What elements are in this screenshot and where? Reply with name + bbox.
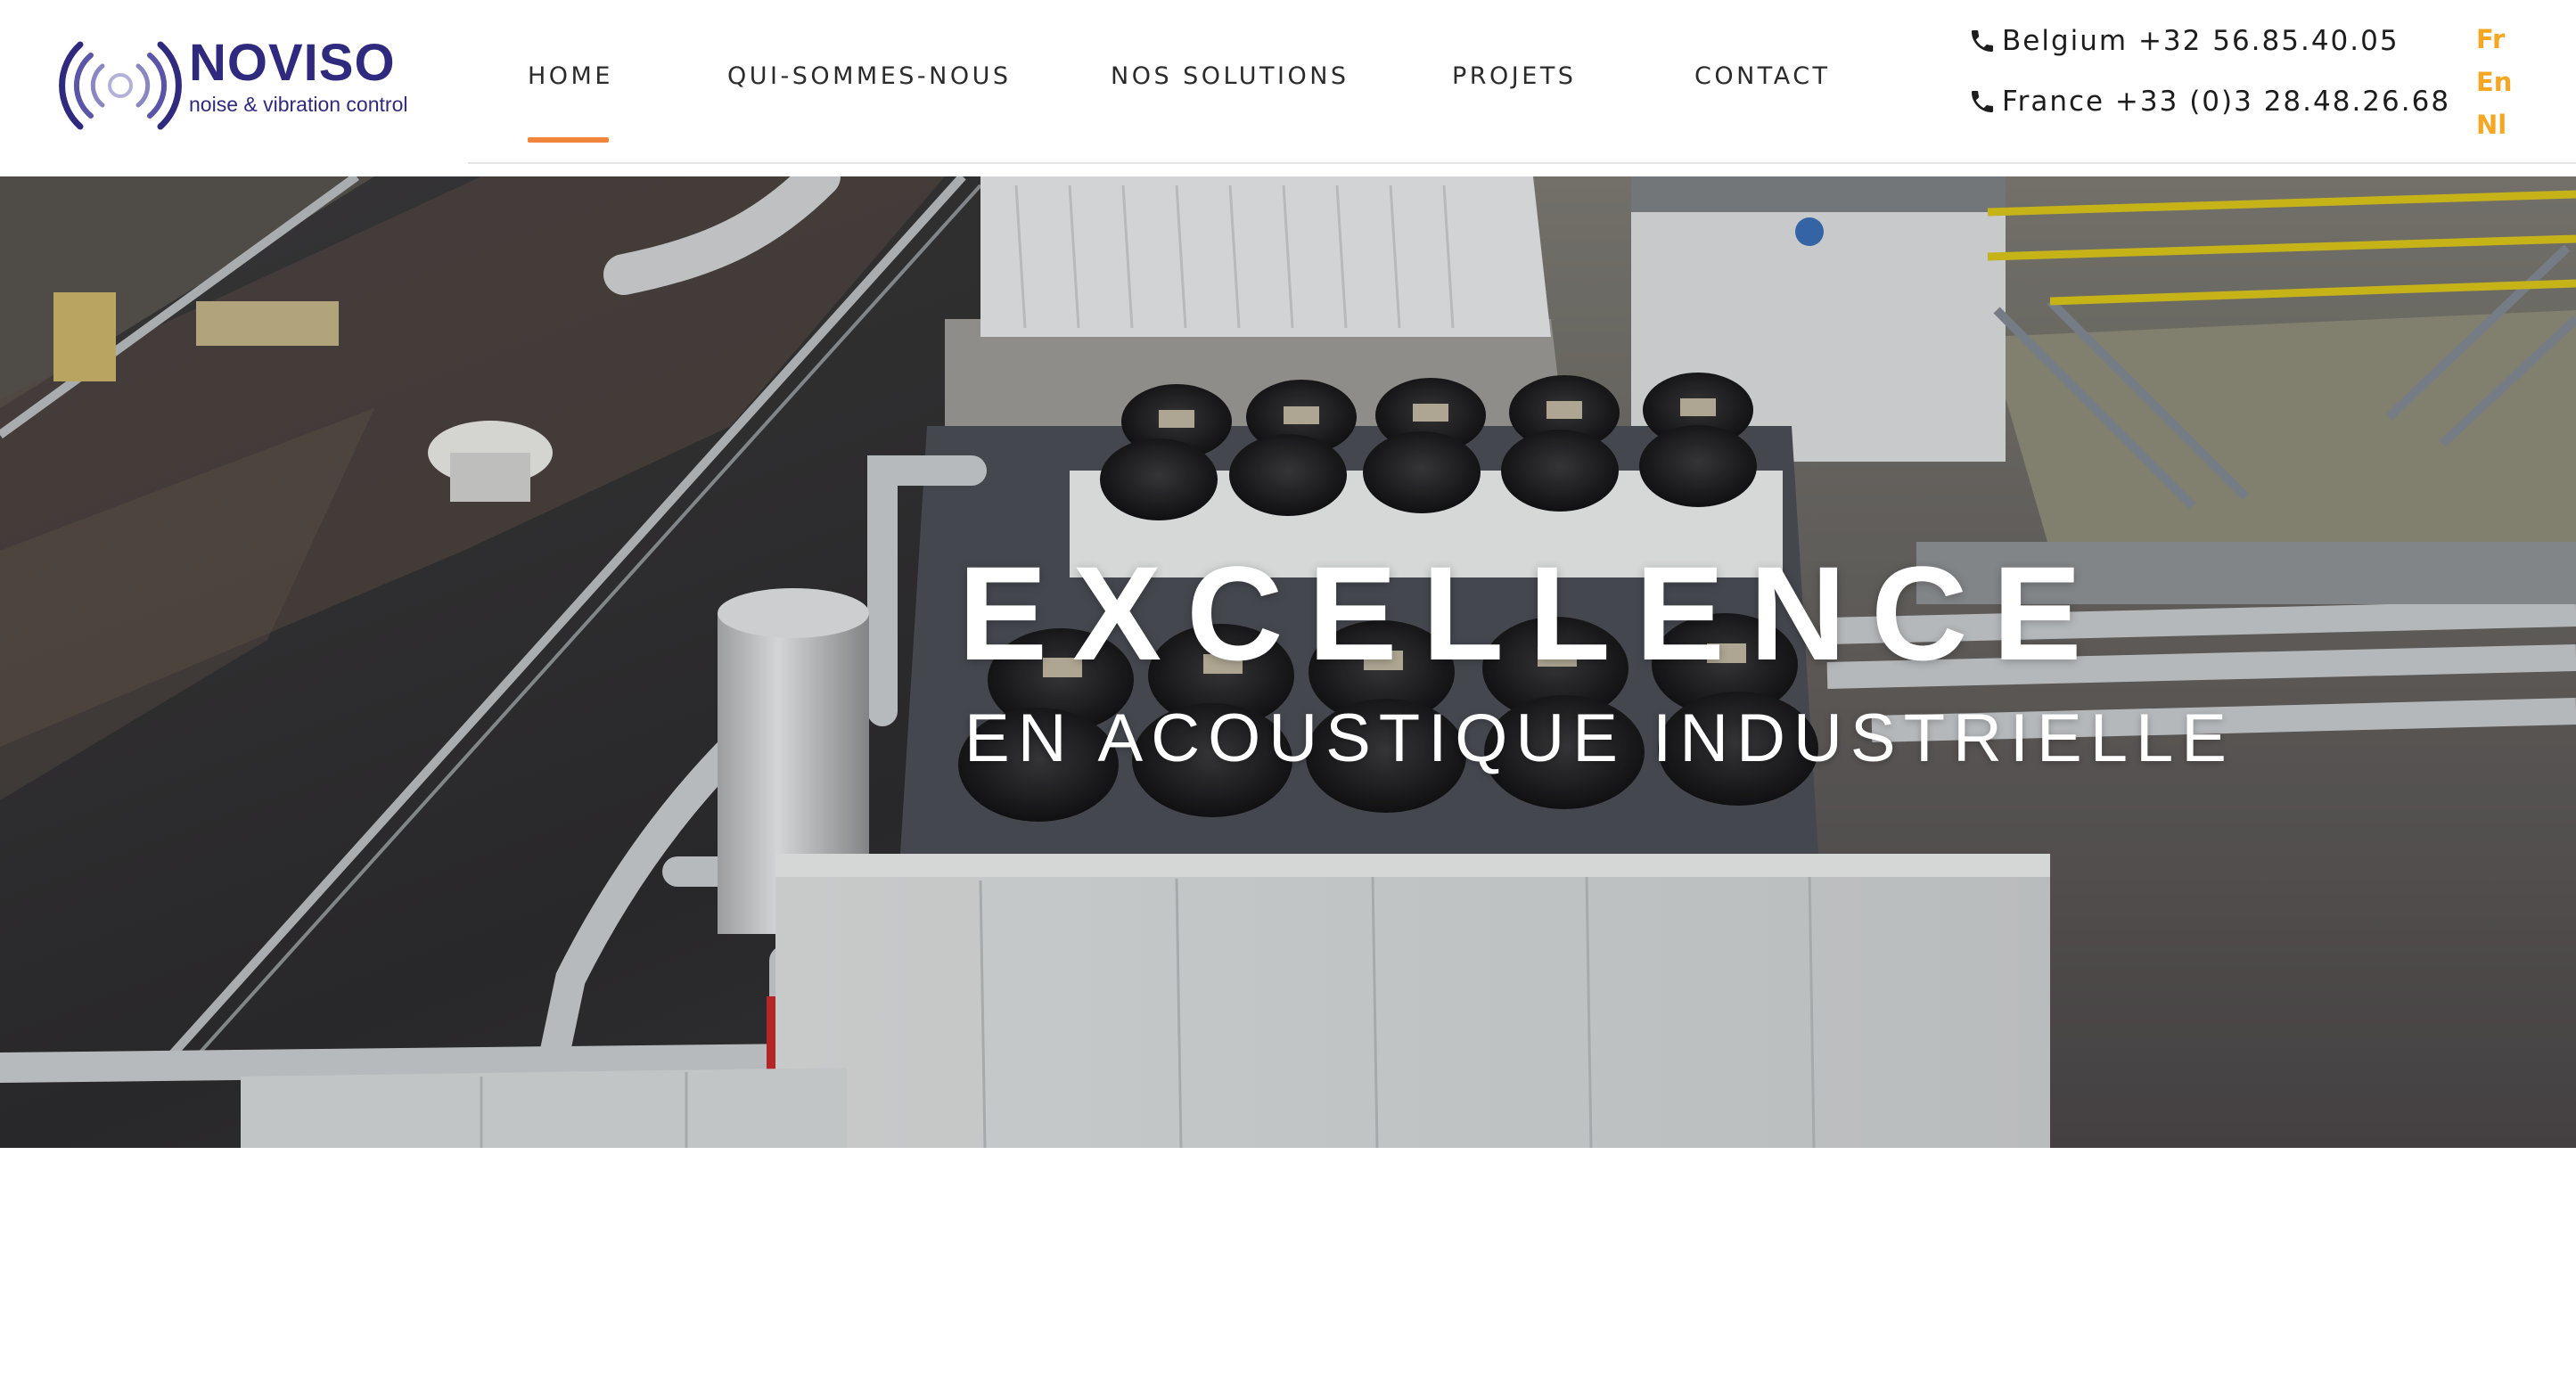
hero-subtitle: EN ACOUSTIQUE INDUSTRIELLE (964, 700, 2235, 776)
lang-en[interactable]: En (2476, 70, 2512, 95)
phone-belgium[interactable]: Belgium +32 56.85.40.05 (1968, 27, 2400, 55)
phone-france-label: France +33 (0)3 28.48.26.68 (2002, 85, 2451, 118)
header-divider (468, 162, 2576, 164)
phone-icon (1972, 30, 1993, 52)
phone-icon (1972, 91, 1993, 112)
phone-belgium-label: Belgium +32 56.85.40.05 (2002, 24, 2400, 57)
lang-nl[interactable]: Nl (2476, 112, 2506, 138)
content-area (0, 1148, 2576, 1376)
sound-waves-logo-icon (59, 41, 182, 130)
nav-item-projets[interactable]: PROJETS (1452, 64, 1576, 88)
brand-name: NOVISO (189, 34, 396, 92)
nav-item-qui-sommes-nous[interactable]: QUI-SOMMES-NOUS (727, 64, 1012, 88)
nav-active-indicator (528, 137, 609, 143)
brand-tagline: noise & vibration control (189, 93, 408, 116)
hero-title: EXCELLENCE (958, 538, 2107, 688)
nav-item-contact[interactable]: CONTACT (1694, 64, 1831, 88)
hero-banner: EXCELLENCE EN ACOUSTIQUE INDUSTRIELLE (0, 176, 2576, 1148)
logo-link[interactable]: NOVISO noise & vibration control (53, 36, 410, 134)
site-header: NOVISO noise & vibration control HOME QU… (0, 0, 2576, 176)
nav-item-nos-solutions[interactable]: NOS SOLUTIONS (1111, 64, 1350, 88)
nav-item-home[interactable]: HOME (528, 64, 613, 88)
lang-fr[interactable]: Fr (2476, 27, 2505, 53)
phone-france[interactable]: France +33 (0)3 28.48.26.68 (1968, 87, 2450, 116)
